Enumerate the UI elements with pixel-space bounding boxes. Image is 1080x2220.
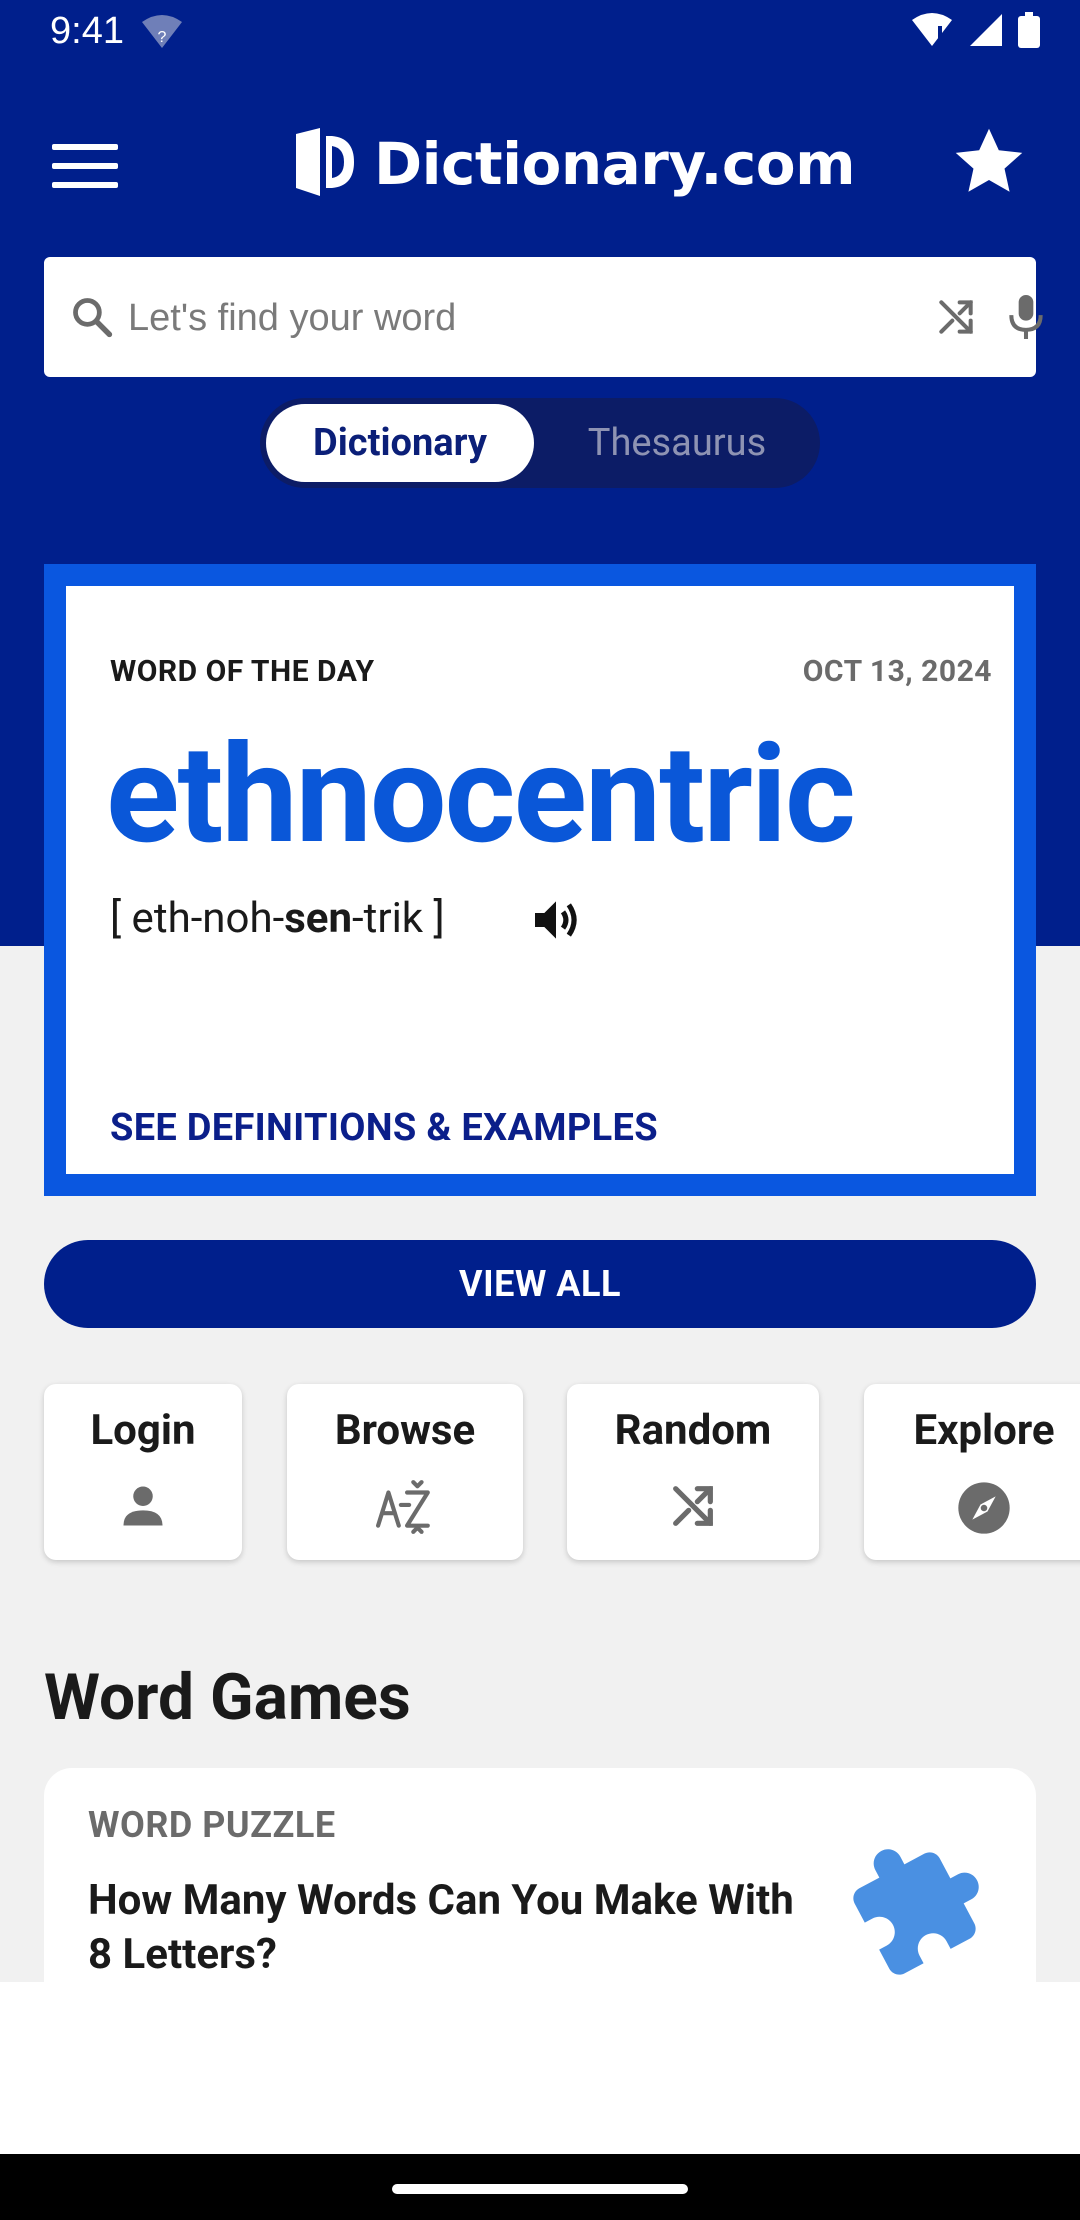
toggle-dictionary[interactable]: Dictionary: [266, 404, 534, 482]
shuffle-icon: [667, 1480, 719, 1536]
word-of-the-day-card[interactable]: WORD OF THE DAY OCT 13, 2024 ethnocentri…: [44, 564, 1036, 1196]
person-icon: [117, 1480, 169, 1536]
status-bar: 9:41 ?: [0, 0, 1080, 66]
game-title: How Many Words Can You Make With 8 Lette…: [88, 1876, 794, 1979]
search-icon: [70, 295, 114, 343]
speaker-icon[interactable]: [528, 892, 584, 952]
word-games-title: Word Games: [44, 1660, 411, 1735]
pron-open: [ eth-noh-: [110, 894, 285, 943]
search-bar[interactable]: [44, 257, 1043, 377]
game-category: WORD PUZZLE: [88, 1804, 336, 1846]
view-all-button[interactable]: VIEW ALL: [44, 1240, 1036, 1328]
wotd-label: WORD OF THE DAY: [110, 654, 375, 689]
dictionary-logo-icon: [292, 128, 356, 200]
quick-link-label: Random: [614, 1406, 772, 1455]
brand-logo: Dictionary.com: [292, 128, 856, 200]
home-gesture-handle[interactable]: [392, 2184, 688, 2194]
brand-name: Dictionary.com: [374, 130, 856, 198]
bottom-panel: [0, 1982, 1080, 2154]
status-icons: [910, 12, 1040, 52]
pron-stress: sen: [284, 894, 353, 943]
toggle-thesaurus[interactable]: Thesaurus: [540, 404, 814, 482]
see-definitions-link[interactable]: SEE DEFINITIONS & EXAMPLES: [110, 1106, 658, 1150]
quick-link-random[interactable]: Random: [567, 1384, 819, 1560]
puzzle-piece-icon: [850, 1834, 986, 1975]
wotd-word: ethnocentric: [106, 716, 856, 875]
favorites-star-button[interactable]: [950, 124, 1028, 204]
microphone-icon[interactable]: [1004, 293, 1048, 345]
quick-link-label: Login: [90, 1406, 196, 1455]
quick-link-label: Explore: [913, 1406, 1055, 1455]
pron-close: -trik ]: [352, 894, 445, 943]
dictionary-thesaurus-toggle: Dictionary Thesaurus: [260, 398, 820, 488]
shuffle-icon[interactable]: [934, 295, 978, 343]
quick-link-explore[interactable]: Explore: [864, 1384, 1080, 1560]
wotd-date: OCT 13, 2024: [802, 654, 992, 689]
system-navigation-bar: [0, 2154, 1080, 2220]
battery-icon: [1018, 12, 1040, 52]
menu-button[interactable]: [52, 140, 122, 190]
quick-link-browse[interactable]: Browse: [287, 1384, 523, 1560]
quick-link-login[interactable]: Login: [44, 1384, 242, 1560]
compass-icon: [956, 1480, 1012, 1540]
svg-text:?: ?: [158, 29, 167, 46]
quick-link-label: Browse: [334, 1406, 476, 1455]
signal-icon: [968, 12, 1004, 52]
wifi-icon: [910, 12, 954, 52]
a-z-sort-icon: [376, 1480, 434, 1538]
search-input[interactable]: [126, 277, 910, 359]
status-time: 9:41: [50, 10, 124, 52]
wotd-pronunciation: [ eth-noh-sen-trik ]: [110, 894, 445, 943]
wifi-unknown-icon: ?: [140, 14, 184, 54]
